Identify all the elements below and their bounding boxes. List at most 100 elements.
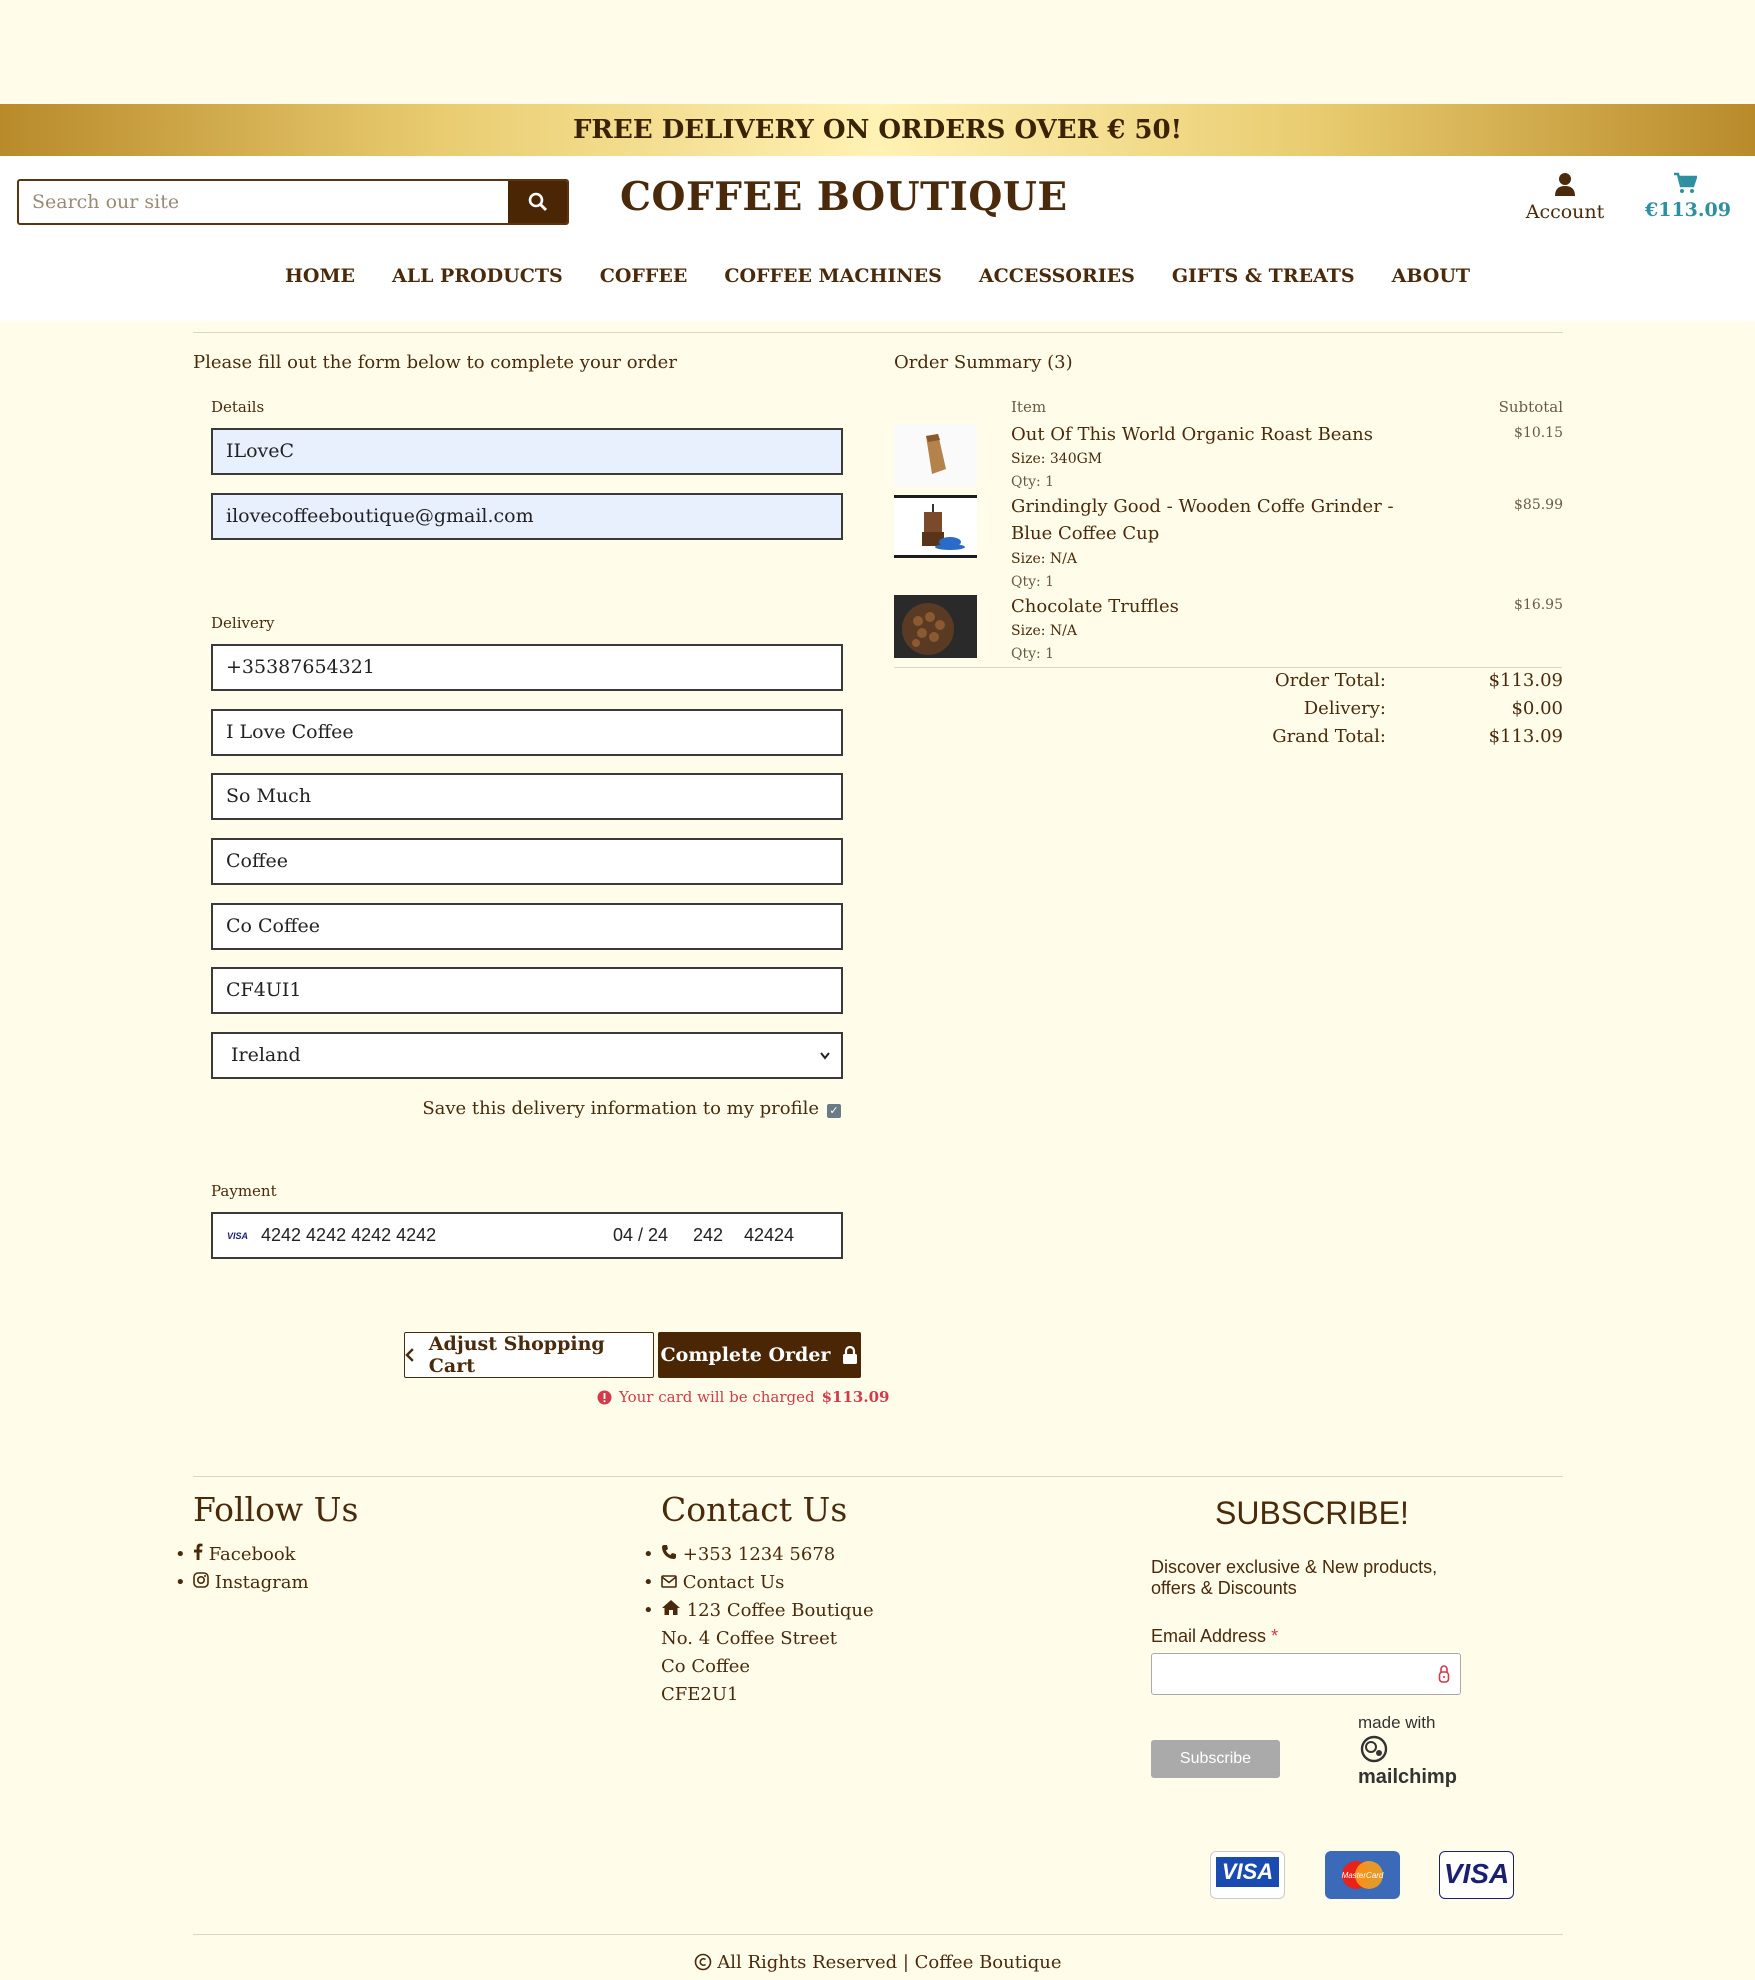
payment-label: Payment	[211, 1182, 277, 1200]
street-address-2-field[interactable]: So Much	[211, 773, 843, 820]
subtotal-header: Subtotal	[1498, 398, 1563, 416]
subscribe-text: Discover exclusive & New products,	[1151, 1557, 1438, 1577]
address-item: 123 Coffee Boutique	[643, 1597, 874, 1625]
follow-us-title: Follow Us	[193, 1490, 359, 1529]
form-intro: Please fill out the form below to comple…	[193, 352, 677, 373]
card-element[interactable]: VISA 4242 4242 4242 4242 04 / 24 242 424…	[211, 1212, 843, 1259]
nav-gifts-treats[interactable]: GIFTS & TREATS	[1172, 265, 1355, 287]
item-name: Chocolate Truffles	[1011, 596, 1179, 617]
visa-card-icon: VISA	[1439, 1851, 1514, 1899]
card-zip[interactable]: 42424	[744, 1225, 794, 1246]
account-link[interactable]: Account	[1525, 172, 1605, 223]
contact-link-label: Contact Us	[682, 1572, 785, 1593]
item-qty: Qty: 1	[1011, 474, 1055, 490]
delivery-cost-value: $0.00	[1511, 698, 1563, 719]
instagram-link[interactable]: Instagram	[175, 1569, 309, 1597]
truffles-image	[902, 603, 954, 655]
card-number[interactable]: 4242 4242 4242 4242	[261, 1225, 613, 1246]
item-price: $85.99	[1514, 497, 1563, 513]
search-icon	[528, 192, 547, 212]
search-button[interactable]	[508, 181, 567, 223]
contact-us-title: Contact Us	[661, 1490, 848, 1529]
phone-field[interactable]: +35387654321	[211, 644, 843, 691]
site-logo[interactable]: COFFEE BOUTIQUE	[620, 174, 1068, 220]
country-select[interactable]: Ireland	[211, 1032, 843, 1079]
product-image-grinder[interactable]	[894, 495, 977, 558]
charge-amount: $113.09	[821, 1388, 890, 1406]
mastercard-logo: MasterCard	[1342, 1861, 1384, 1889]
phone-item[interactable]: +353 1234 5678	[643, 1541, 874, 1569]
complete-order-label: Complete Order	[660, 1344, 831, 1366]
subscribe-button[interactable]: Subscribe	[1151, 1740, 1280, 1778]
product-image-truffles[interactable]	[894, 595, 977, 658]
user-icon	[1555, 173, 1575, 196]
card-expiry[interactable]: 04 / 24	[613, 1225, 693, 1246]
product-image-roast-beans[interactable]	[894, 424, 977, 487]
cart-total: €113.09	[1645, 199, 1731, 221]
cart-icon	[1674, 172, 1698, 193]
envelope-icon	[661, 1575, 677, 1588]
save-info-checkbox[interactable]: ✓	[827, 1104, 841, 1118]
nav-coffee-machines[interactable]: COFFEE MACHINES	[724, 265, 942, 287]
made-with-text: made with	[1358, 1713, 1436, 1732]
copyright-icon	[694, 1953, 711, 1971]
instagram-label: Instagram	[214, 1572, 309, 1593]
search-input[interactable]: Search our site	[19, 181, 508, 223]
mastercard-icon: MasterCard	[1325, 1851, 1400, 1899]
mailchimp-logo-icon	[1360, 1735, 1388, 1763]
adjust-cart-button[interactable]: Adjust Shopping Cart	[404, 1332, 654, 1378]
subscribe-title: SUBSCRIBE!	[1215, 1495, 1409, 1531]
copyright: All Rights Reserved | Coffee Boutique	[0, 1952, 1755, 1973]
cart-link[interactable]: €113.09	[1645, 172, 1731, 221]
order-summary-title: Order Summary (3)	[894, 352, 1073, 373]
required-mark: *	[1271, 1626, 1279, 1646]
adjust-cart-label: Adjust Shopping Cart	[428, 1333, 605, 1377]
postcode-field[interactable]: CF4UI1	[211, 967, 843, 1014]
item-name: Grindingly Good - Wooden Coffe Grinder -	[1011, 496, 1394, 517]
mailchimp-badge[interactable]: made with mailchimp	[1358, 1713, 1457, 1789]
visa-electron-card-icon: VISA	[1210, 1851, 1285, 1899]
delivery-cost-label: Delivery:	[1303, 698, 1386, 719]
item-name: Out Of This World Organic Roast Beans	[1011, 424, 1374, 445]
grinder-image	[922, 504, 965, 550]
charge-text: Your card will be charged	[619, 1388, 815, 1406]
complete-order-button[interactable]: Complete Order	[658, 1332, 861, 1378]
copyright-text: All Rights Reserved	[717, 1952, 898, 1973]
item-size: Size: 340GM	[1011, 451, 1103, 467]
item-qty: Qty: 1	[1011, 646, 1055, 662]
nav-accessories[interactable]: ACCESSORIES	[979, 265, 1135, 287]
item-price: $16.95	[1514, 597, 1563, 613]
county-field[interactable]: Co Coffee	[211, 903, 843, 950]
card-cvc[interactable]: 242	[693, 1225, 744, 1246]
mailchimp-wordmark: mailchimp	[1358, 1766, 1457, 1788]
full-name-field[interactable]: ILoveC	[211, 428, 843, 475]
instagram-icon	[193, 1572, 209, 1588]
nav-about[interactable]: ABOUT	[1392, 265, 1470, 287]
summary-divider	[894, 667, 1562, 668]
item-size: Size: N/A	[1011, 551, 1077, 567]
charge-notice: Your card will be charged $113.09	[597, 1388, 889, 1406]
banner-text: FREE DELIVERY ON ORDERS OVER € 50!	[572, 115, 1183, 145]
site-header: Search our site COFFEE BOUTIQUE Account …	[0, 156, 1755, 321]
nav-home[interactable]: HOME	[285, 265, 355, 287]
contact-link-item[interactable]: Contact Us	[643, 1569, 874, 1597]
lock-icon	[843, 1346, 858, 1364]
item-qty: Qty: 1	[1011, 574, 1055, 590]
social-links: Facebook Instagram	[175, 1541, 309, 1597]
newsletter-email-input[interactable]	[1151, 1653, 1461, 1695]
town-city-field[interactable]: Coffee	[211, 838, 843, 885]
item-price: $10.15	[1514, 425, 1563, 441]
item-header: Item	[1011, 398, 1047, 416]
nav-coffee[interactable]: COFFEE	[600, 265, 688, 287]
street-address-1-field[interactable]: I Love Coffee	[211, 709, 843, 756]
facebook-label: Facebook	[208, 1544, 296, 1565]
nav-all-products[interactable]: ALL PRODUCTS	[392, 265, 563, 287]
address-line: Co Coffee	[661, 1656, 751, 1677]
facebook-link[interactable]: Facebook	[175, 1541, 309, 1569]
footer-bottom-divider	[193, 1934, 1563, 1935]
footer-divider	[193, 1476, 1563, 1477]
save-info-label: Save this delivery information to my pro…	[422, 1098, 819, 1119]
details-label: Details	[211, 398, 265, 416]
email-field[interactable]: ilovecoffeeboutique@gmail.com	[211, 493, 843, 540]
home-icon	[662, 1600, 680, 1615]
